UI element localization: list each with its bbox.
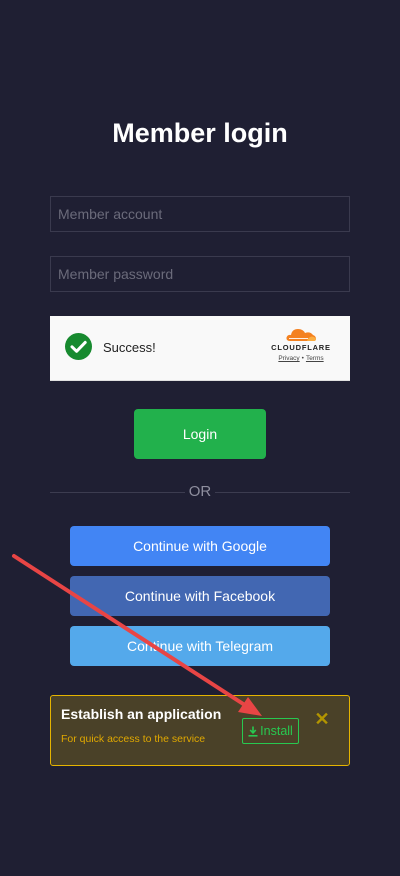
continue-with-facebook-button[interactable]: Continue with Facebook	[70, 576, 330, 616]
cloudflare-logo-text: CLOUDFLARE	[271, 343, 331, 352]
login-button[interactable]: Login	[134, 409, 266, 459]
download-icon	[248, 726, 258, 737]
continue-with-telegram-button[interactable]: Continue with Telegram	[70, 626, 330, 666]
cloudflare-captcha-widget: Success! CLOUDFLARE Privacy • Terms	[50, 316, 350, 381]
cloudflare-links: Privacy • Terms	[266, 355, 336, 362]
cloudflare-branding: CLOUDFLARE Privacy • Terms	[266, 326, 336, 362]
checkmark-circle-icon	[65, 333, 92, 360]
divider-line-right	[215, 492, 350, 493]
page-title: Member login	[112, 118, 288, 148]
install-label: Install	[260, 724, 293, 738]
install-app-banner: Establish an application For quick acces…	[50, 695, 350, 766]
or-divider: OR	[50, 483, 350, 501]
captcha-status-text: Success!	[103, 340, 156, 355]
banner-subtitle: For quick access to the service	[61, 733, 206, 745]
links-separator: •	[301, 355, 304, 362]
member-account-input[interactable]	[50, 196, 350, 232]
privacy-link[interactable]: Privacy	[278, 355, 299, 362]
terms-link[interactable]: Terms	[306, 355, 324, 362]
install-button[interactable]: Install	[242, 718, 299, 744]
cloudflare-cloud-icon	[286, 329, 316, 341]
continue-with-google-button[interactable]: Continue with Google	[70, 526, 330, 566]
close-icon[interactable]: ✕	[313, 710, 331, 728]
banner-title: Establish an application	[61, 706, 222, 722]
member-password-input[interactable]	[50, 256, 350, 292]
